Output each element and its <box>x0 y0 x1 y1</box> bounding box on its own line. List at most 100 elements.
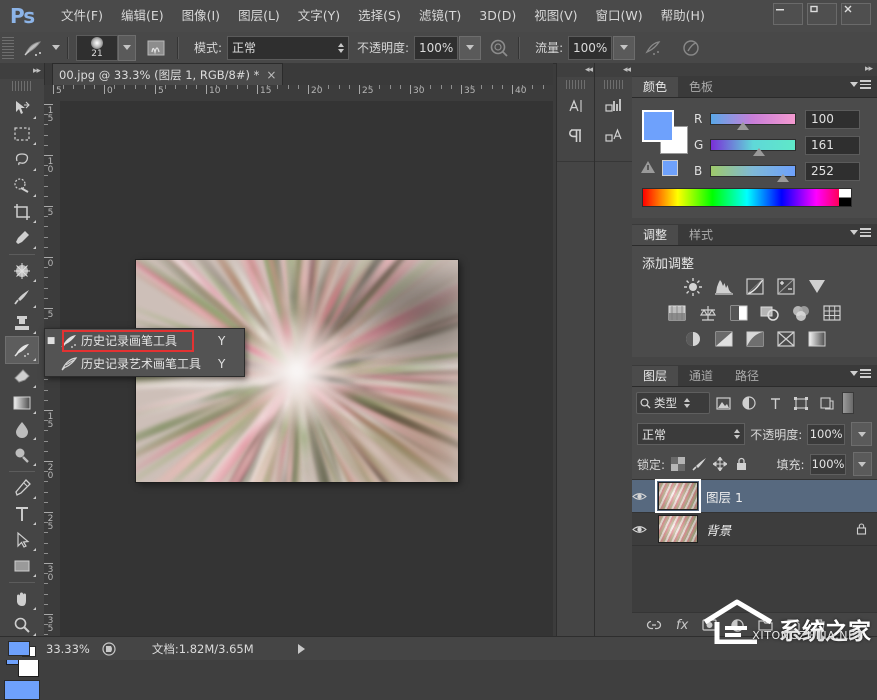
tool-zoom[interactable] <box>6 612 38 638</box>
dock-collapse-left-icon[interactable]: ◂◂ <box>557 63 595 77</box>
tool-eyedropper[interactable] <box>6 225 38 251</box>
minimize-button[interactable] <box>773 3 803 25</box>
layer-fill-input[interactable]: 100% <box>810 454 845 475</box>
tool-type[interactable] <box>6 501 38 527</box>
fx-icon[interactable]: fx <box>676 618 688 633</box>
character-panel-icon[interactable] <box>557 91 594 121</box>
out-of-gamut-swatch[interactable] <box>662 160 678 176</box>
levels-icon[interactable] <box>713 277 735 297</box>
zoom-level-value[interactable]: 33.33% <box>46 642 90 656</box>
opacity-chevron-icon[interactable] <box>459 36 481 60</box>
tool-clone-stamp[interactable] <box>6 310 38 336</box>
brush-panel-toggle-icon[interactable] <box>142 36 170 60</box>
layer-blend-mode-select[interactable]: 正常 <box>637 423 745 445</box>
menu-item-4[interactable]: 文字(Y) <box>289 0 349 32</box>
options-bar-grip[interactable] <box>2 37 14 59</box>
hue-sat-icon[interactable] <box>666 303 688 323</box>
color-slider-thumb-B[interactable] <box>777 174 789 182</box>
menu-item-3[interactable]: 图层(L) <box>229 0 289 32</box>
tool-pen[interactable] <box>6 475 38 501</box>
add-mask-icon[interactable] <box>702 619 717 631</box>
vibrance-icon[interactable] <box>806 277 828 297</box>
lock-position-icon[interactable] <box>713 456 728 473</box>
opacity-input[interactable]: 100% <box>414 36 458 60</box>
new-adjustment-layer-icon[interactable] <box>731 619 744 632</box>
flyout-item-1[interactable]: 历史记录艺术画笔工具Y <box>45 352 244 375</box>
black-white-icon[interactable] <box>728 303 750 323</box>
channel-mixer-icon[interactable] <box>790 303 812 323</box>
tab-样式[interactable]: 样式 <box>678 225 724 245</box>
lock-all-icon[interactable] <box>734 456 749 473</box>
tool-spot-healing[interactable] <box>6 258 38 284</box>
color-value-B[interactable]: 252 <box>805 162 860 181</box>
adjustments-panel-menu-icon[interactable] <box>850 228 871 237</box>
color-panel-swatches[interactable] <box>642 110 686 152</box>
filter-shape-icon[interactable] <box>788 392 814 414</box>
menu-item-10[interactable]: 帮助(H) <box>652 0 714 32</box>
color-panel-foreground-swatch[interactable] <box>642 110 674 142</box>
tool-marquee[interactable] <box>6 121 38 147</box>
close-button[interactable] <box>841 3 871 25</box>
color-slider-thumb-R[interactable] <box>737 122 749 130</box>
menu-item-5[interactable]: 选择(S) <box>349 0 410 32</box>
menu-item-9[interactable]: 窗口(W) <box>587 0 652 32</box>
quick-mask-button[interactable] <box>4 680 40 700</box>
flow-input[interactable]: 100% <box>568 36 612 60</box>
color-slider-thumb-G[interactable] <box>753 148 765 156</box>
layer-filter-type-select[interactable]: 类型 <box>636 392 710 414</box>
brush-preset-picker[interactable]: 21 <box>76 35 118 61</box>
color-panel-menu-icon[interactable] <box>850 80 871 89</box>
tool-history-brush[interactable] <box>5 336 39 364</box>
tool-eraser[interactable] <box>6 364 38 390</box>
tool-preset-chevron-icon[interactable] <box>52 45 60 50</box>
menu-item-6[interactable]: 滤镜(T) <box>410 0 470 32</box>
filter-type-icon[interactable] <box>762 392 788 414</box>
gamut-warning-icon[interactable] <box>640 160 656 174</box>
layer-comps-panel-icon[interactable] <box>595 91 632 121</box>
layer-opacity-input[interactable]: 100% <box>807 424 845 445</box>
paragraph-panel-icon[interactable] <box>557 121 594 151</box>
color-balance-icon[interactable] <box>697 303 719 323</box>
invert-icon[interactable] <box>682 329 704 349</box>
menu-item-0[interactable]: 文件(F) <box>52 0 112 32</box>
opacity-pressure-icon[interactable] <box>487 36 511 60</box>
tab-颜色[interactable]: 颜色 <box>632 77 678 97</box>
airbrush-toggle-icon[interactable] <box>641 36 665 60</box>
photo-filter-icon[interactable] <box>759 303 781 323</box>
white-black-picker[interactable] <box>839 189 851 206</box>
document-tab-close-icon[interactable]: × <box>266 68 276 82</box>
current-tool-icon[interactable] <box>20 36 48 60</box>
color-lookup-icon[interactable] <box>821 303 843 323</box>
lock-transparent-pixels-icon[interactable] <box>671 456 686 473</box>
tool-brush[interactable] <box>6 284 38 310</box>
posterize-icon[interactable] <box>713 329 735 349</box>
filter-adjustment-icon[interactable] <box>736 392 762 414</box>
status-expand-icon[interactable] <box>298 644 305 654</box>
brush-picker-chevron-icon[interactable] <box>118 35 136 61</box>
menu-item-7[interactable]: 3D(D) <box>470 0 525 32</box>
new-group-icon[interactable] <box>758 619 773 631</box>
tool-lasso[interactable] <box>6 147 38 173</box>
tool-blur[interactable] <box>6 416 38 442</box>
layers-panel-menu-icon[interactable] <box>850 369 871 378</box>
curves-icon[interactable] <box>744 277 766 297</box>
tool-move[interactable] <box>6 95 38 121</box>
document-tab[interactable]: 00.jpg @ 33.3% (图层 1, RGB/8#) * × <box>52 63 283 86</box>
menu-item-8[interactable]: 视图(V) <box>525 0 586 32</box>
filter-smart-object-icon[interactable] <box>814 392 840 414</box>
tab-路径[interactable]: 路径 <box>724 366 770 386</box>
tool-shape[interactable] <box>6 553 38 579</box>
tool-crop[interactable] <box>6 199 38 225</box>
lock-image-pixels-icon[interactable] <box>692 456 707 473</box>
tablet-pressure-icon[interactable] <box>679 36 703 60</box>
exposure-icon[interactable] <box>775 277 797 297</box>
color-slider-B[interactable] <box>710 165 796 177</box>
link-layers-icon[interactable] <box>646 619 662 631</box>
layer-row-0[interactable]: 图层 1 <box>632 480 877 513</box>
flow-chevron-icon[interactable] <box>613 36 635 60</box>
color-spectrum-bar[interactable] <box>642 188 852 207</box>
tool-hand[interactable] <box>6 586 38 612</box>
tool-gradient[interactable] <box>6 390 38 416</box>
layer-opacity-chevron-icon[interactable] <box>851 422 872 446</box>
tool-path-selection[interactable] <box>6 527 38 553</box>
